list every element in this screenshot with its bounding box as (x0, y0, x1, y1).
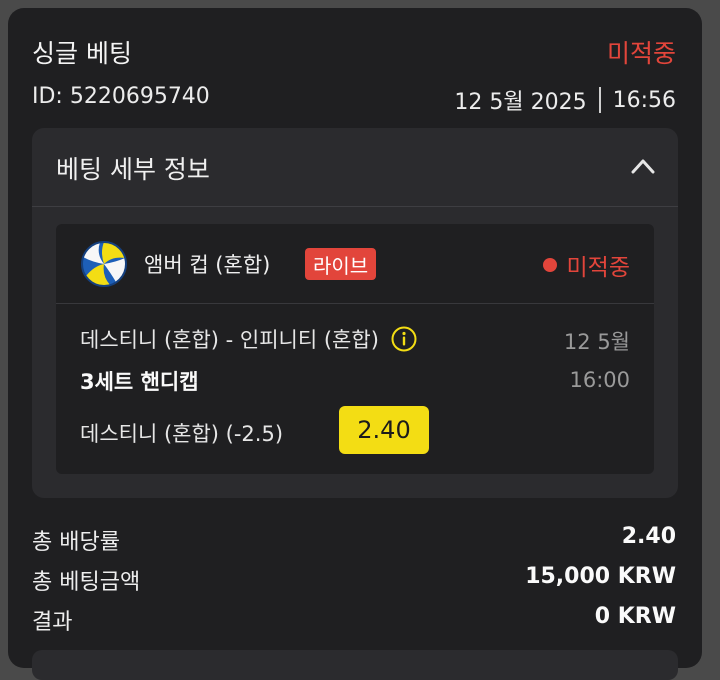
result-label: 결과 (32, 610, 73, 635)
bet-status: 미적중 (606, 39, 676, 68)
event-status-label: 미적중 (566, 255, 630, 281)
match-name: 데스티니 (혼합) - 인피니티 (혼합) (80, 324, 417, 354)
info-icon[interactable] (391, 326, 417, 352)
match-teams: 데스티니 (혼합) - 인피니티 (혼합) (80, 328, 379, 352)
status-dot-icon (542, 258, 557, 272)
bet-details-title: 베팅 세부 정보 (56, 155, 210, 184)
market-name: 3세트 핸디캡 (80, 370, 199, 394)
chevron-up-icon[interactable] (630, 156, 656, 176)
bet-time: 16:56 (612, 87, 676, 113)
event-time: 16:00 (569, 368, 630, 392)
volleyball-icon (81, 241, 127, 287)
bet-type-title: 싱글 베팅 (32, 39, 132, 68)
total-stake-value: 15,000 KRW (525, 564, 676, 589)
datetime-divider (598, 87, 601, 113)
event-card: 앰버 컵 (혼합) 라이브 미적중 데스티니 (혼합) - 인피니티 (혼합) … (56, 224, 654, 474)
bet-date: 12 5월 2025 (454, 90, 587, 115)
live-badge: 라이브 (305, 248, 377, 280)
total-stake-label: 총 베팅금액 (32, 570, 141, 595)
event-header: 앰버 컵 (혼합) 라이브 미적중 (56, 224, 654, 304)
bet-id: ID: 5220695740 (32, 84, 210, 109)
bet-details-panel: 베팅 세부 정보 앰버 컵 (혼합) 라이브 미적중 데스티니 (혼합) - 인… (32, 128, 678, 498)
bet-datetime: 12 5월 2025 16:56 (454, 84, 676, 116)
result-value: 0 KRW (594, 604, 676, 629)
total-odds-value: 2.40 (621, 524, 676, 549)
bet-details-header[interactable]: 베팅 세부 정보 (32, 128, 678, 207)
bet-card: 싱글 베팅 미적중 ID: 5220695740 12 5월 2025 16:5… (8, 8, 702, 680)
selection-name: 데스티니 (혼합) (-2.5) (80, 422, 284, 446)
total-odds-label: 총 배당률 (32, 530, 120, 555)
event-status: 미적중 (542, 248, 630, 282)
odds-value: 2.40 (339, 406, 429, 454)
event-date: 12 5월 (563, 330, 630, 354)
league-name: 앰버 컵 (혼합) (144, 253, 271, 277)
